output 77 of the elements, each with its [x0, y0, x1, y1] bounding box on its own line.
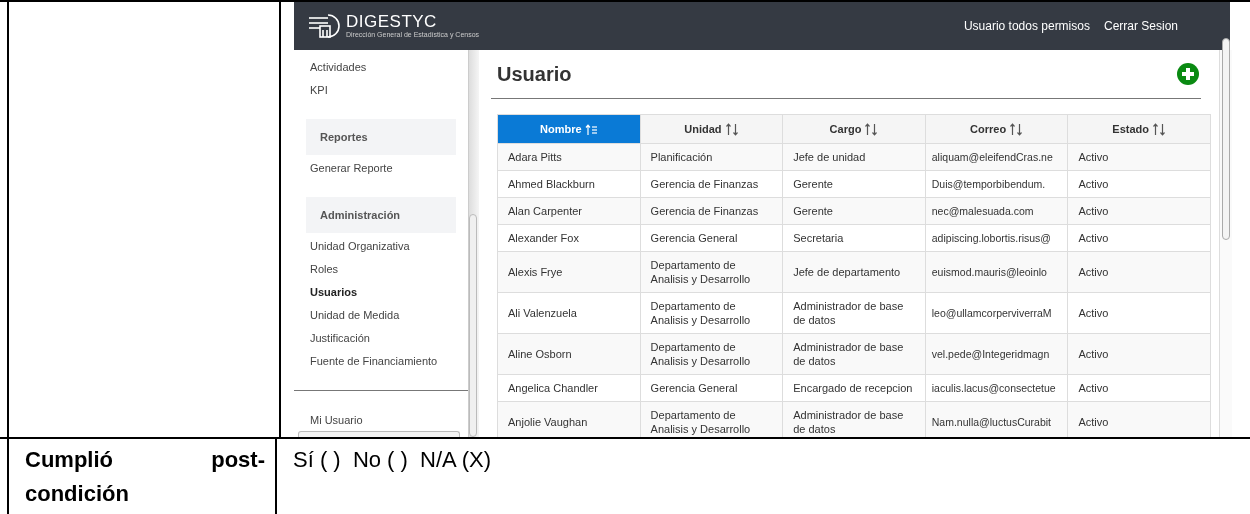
table-cell: Departamento de Analisis y Desarrollo — [640, 251, 783, 293]
table-cell: Nam.nulla@luctusCurabit — [925, 401, 1068, 437]
table-cell: Activo — [1067, 374, 1211, 402]
sidebar-item[interactable]: KPI — [310, 83, 452, 97]
column-header[interactable]: Correo — [925, 114, 1068, 144]
sidebar-item[interactable]: Generar Reporte — [310, 161, 452, 175]
postcondition-answer: Sí ( ) No ( ) N/A (X) — [293, 447, 491, 472]
table-cell: Alexander Fox — [497, 224, 641, 252]
table-cell: Encargado de recepcion — [782, 374, 926, 402]
sort-icon — [724, 122, 739, 136]
page-title: Usuario — [497, 62, 572, 86]
table-cell: aliquam@eleifendCras.ne — [925, 143, 1068, 171]
table-cell: Administrador de base de datos — [782, 333, 926, 375]
table-cell: Departamento de Analisis y Desarrollo — [640, 333, 783, 375]
table-cell: Gerente — [782, 170, 926, 198]
table-cell: Alan Carpenter — [497, 197, 641, 225]
sort-ascending-icon — [584, 123, 598, 136]
column-header[interactable]: Estado — [1067, 114, 1211, 144]
table-cell: euismod.mauris@leoinlo — [925, 251, 1068, 293]
table-cell: Gerencia de Finanzas — [640, 197, 783, 225]
table-cell: Duis@temporbibendum. — [925, 170, 1068, 198]
table-cell: Anjolie Vaughan — [497, 401, 641, 437]
table-cell: Gerente — [782, 197, 926, 225]
table-cell: Angelica Chandler — [497, 374, 641, 402]
scrollbar[interactable] — [1222, 38, 1230, 240]
table-cell: Ahmed Blackburn — [497, 170, 641, 198]
table-cell: vel.pede@Integeridmagn — [925, 333, 1068, 375]
table-cell: Activo — [1067, 170, 1211, 198]
sidebar-item[interactable]: Unidad Organizativa — [310, 239, 452, 253]
table-cell: Activo — [1067, 401, 1211, 437]
table-cell: Alexis Frye — [497, 251, 641, 293]
table-cell: Planificación — [640, 143, 783, 171]
logo-name: DIGESTYC — [346, 13, 438, 31]
sidebar-item[interactable]: Roles — [310, 262, 452, 276]
table-cell: Gerencia General — [640, 374, 783, 402]
table-cell: nec@malesuada.com — [925, 197, 1068, 225]
column-header[interactable]: Unidad — [640, 114, 783, 144]
sidebar-section-header: Administración — [306, 197, 456, 233]
sidebar-section-header: Reportes — [306, 119, 456, 155]
sidebar-item[interactable]: Mi Usuario — [310, 413, 452, 427]
table-cell: Activo — [1067, 197, 1211, 225]
scrollbar[interactable] — [298, 431, 460, 437]
sidebar-item[interactable]: Fuente de Financiamiento — [310, 354, 452, 368]
table-cell: Jefe de departamento — [782, 251, 926, 293]
column-header[interactable]: Cargo — [782, 114, 926, 144]
table-cell: Adara Pitts — [497, 143, 641, 171]
table-cell: Gerencia General — [640, 224, 783, 252]
table-cell: Activo — [1067, 292, 1211, 334]
table-cell: Aline Osborn — [497, 333, 641, 375]
user-menu-link[interactable]: Cerrar Sesion — [1103, 19, 1178, 33]
column-header[interactable]: Nombre — [497, 114, 641, 144]
sort-icon — [1152, 122, 1167, 136]
table-cell: Administrador de base de datos — [782, 292, 926, 334]
table-cell: Activo — [1067, 251, 1211, 293]
user-menu-link[interactable]: Usuario todos permisos — [963, 19, 1090, 33]
add-icon[interactable] — [1177, 63, 1199, 85]
sidebar-item[interactable]: Usuarios — [310, 285, 452, 299]
sort-icon — [864, 122, 879, 136]
table-cell: Gerencia de Finanzas — [640, 170, 783, 198]
table-cell: Activo — [1067, 333, 1211, 375]
table-cell: Ali Valenzuela — [497, 292, 641, 334]
scrollbar[interactable] — [469, 214, 477, 437]
table-cell: adipiscing.lobortis.risus@ — [925, 224, 1068, 252]
sidebar-item[interactable]: Unidad de Medida — [310, 308, 452, 322]
sort-icon — [1009, 122, 1024, 136]
sidebar-item[interactable]: Actividades — [310, 60, 452, 74]
table-cell: Secretaria — [782, 224, 926, 252]
table-cell: Activo — [1067, 224, 1211, 252]
postcondition-label: Cumplió post-condición — [25, 446, 265, 508]
table-cell: Departamento de Analisis y Desarrollo — [640, 401, 783, 437]
sidebar-item[interactable]: Justificación — [310, 331, 452, 345]
table-cell: iaculis.lacus@consectetue — [925, 374, 1068, 402]
table-cell: Administrador de base de datos — [782, 401, 926, 437]
table-cell: Departamento de Analisis y Desarrollo — [640, 292, 783, 334]
table-cell: leo@ullamcorperviverraM — [925, 292, 1068, 334]
table-cell: Jefe de unidad — [782, 143, 926, 171]
table-cell: Activo — [1067, 143, 1211, 171]
